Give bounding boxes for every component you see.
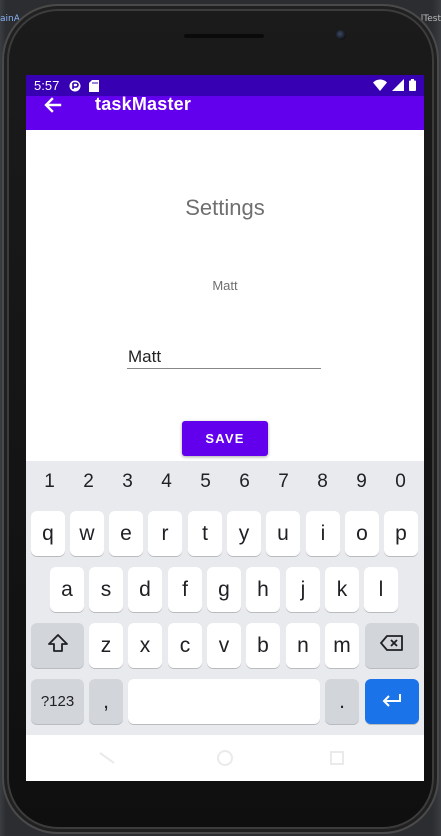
backspace-key[interactable] bbox=[365, 623, 419, 668]
keyboard-number-row: 1 2 3 4 5 6 7 8 9 0 bbox=[26, 471, 424, 495]
keyboard-row-2: a s d f g h j k l bbox=[26, 567, 424, 613]
key-t[interactable]: t bbox=[188, 511, 222, 556]
status-bar: 5:57 bbox=[26, 75, 424, 96]
sd-card-icon bbox=[89, 79, 101, 92]
key-l[interactable]: l bbox=[364, 567, 398, 612]
arrow-back-icon[interactable] bbox=[42, 96, 64, 114]
key-d[interactable]: d bbox=[128, 567, 162, 612]
phone-speaker bbox=[184, 34, 264, 38]
phone-frame: 5:57 t askMaster Settings Matt Matt SAVE … bbox=[2, 4, 439, 834]
app-bar: taskMaster bbox=[26, 94, 424, 130]
nav-back-icon[interactable] bbox=[98, 749, 116, 767]
key-7[interactable]: 7 bbox=[268, 471, 300, 495]
phone-camera bbox=[336, 30, 346, 40]
space-key[interactable] bbox=[128, 679, 320, 724]
nav-home-icon[interactable] bbox=[216, 749, 234, 767]
key-i[interactable]: i bbox=[306, 511, 340, 556]
key-k[interactable]: k bbox=[325, 567, 359, 612]
key-0[interactable]: 0 bbox=[385, 471, 417, 495]
period-key[interactable]: . bbox=[325, 679, 359, 724]
key-n[interactable]: n bbox=[286, 623, 320, 668]
key-s[interactable]: s bbox=[89, 567, 123, 612]
key-h[interactable]: h bbox=[246, 567, 280, 612]
battery-icon bbox=[409, 79, 416, 94]
key-2[interactable]: 2 bbox=[73, 471, 105, 495]
key-r[interactable]: r bbox=[148, 511, 182, 556]
soft-keyboard: 1 2 3 4 5 6 7 8 9 0 q w e r t y u i o p … bbox=[26, 461, 424, 735]
key-g[interactable]: g bbox=[207, 567, 241, 612]
key-5[interactable]: 5 bbox=[190, 471, 222, 495]
page-title: Settings bbox=[185, 195, 265, 220]
key-8[interactable]: 8 bbox=[307, 471, 339, 495]
key-z[interactable]: z bbox=[89, 623, 123, 668]
navigation-bar bbox=[26, 735, 424, 781]
keyboard-row-1: q w e r t y u i o p bbox=[26, 511, 424, 557]
key-6[interactable]: 6 bbox=[229, 471, 261, 495]
key-o[interactable]: o bbox=[345, 511, 379, 556]
keyboard-row-4: ?123 , . bbox=[26, 679, 424, 725]
backspace-icon bbox=[379, 634, 405, 658]
key-p[interactable]: p bbox=[384, 511, 418, 556]
key-u[interactable]: u bbox=[266, 511, 300, 556]
key-a[interactable]: a bbox=[50, 567, 84, 612]
save-button[interactable]: SAVE bbox=[182, 421, 268, 456]
key-4[interactable]: 4 bbox=[151, 471, 183, 495]
symbols-key-label: ?123 bbox=[40, 693, 75, 710]
shift-key[interactable] bbox=[31, 623, 84, 668]
status-time: 5:57 bbox=[34, 78, 60, 93]
notification-icon bbox=[69, 80, 81, 92]
key-w[interactable]: w bbox=[70, 511, 104, 556]
shift-icon bbox=[47, 633, 69, 659]
symbols-key[interactable]: ?123 bbox=[31, 679, 84, 724]
key-y[interactable]: y bbox=[227, 511, 261, 556]
key-b[interactable]: b bbox=[246, 623, 280, 668]
signal-icon bbox=[392, 79, 404, 94]
keyboard-row-3: z x c v b n m bbox=[26, 623, 424, 669]
nav-recents-icon[interactable] bbox=[328, 749, 346, 767]
key-c[interactable]: c bbox=[168, 623, 202, 668]
key-v[interactable]: v bbox=[207, 623, 241, 668]
username-display: Matt bbox=[212, 278, 238, 293]
key-9[interactable]: 9 bbox=[346, 471, 378, 495]
app-title: taskMaster bbox=[95, 94, 192, 114]
wifi-icon bbox=[373, 79, 387, 94]
device-screen: 5:57 t askMaster Settings Matt Matt SAVE … bbox=[26, 75, 424, 781]
comma-key[interactable]: , bbox=[89, 679, 123, 724]
status-right-icons bbox=[373, 79, 416, 94]
key-1[interactable]: 1 bbox=[34, 471, 66, 495]
name-input[interactable] bbox=[127, 345, 321, 369]
key-f[interactable]: f bbox=[168, 567, 202, 612]
key-q[interactable]: q bbox=[31, 511, 65, 556]
key-3[interactable]: 3 bbox=[112, 471, 144, 495]
enter-key[interactable] bbox=[365, 679, 419, 724]
key-m[interactable]: m bbox=[325, 623, 359, 668]
key-j[interactable]: j bbox=[286, 567, 320, 612]
key-x[interactable]: x bbox=[128, 623, 162, 668]
enter-icon bbox=[381, 690, 403, 714]
key-e[interactable]: e bbox=[109, 511, 143, 556]
